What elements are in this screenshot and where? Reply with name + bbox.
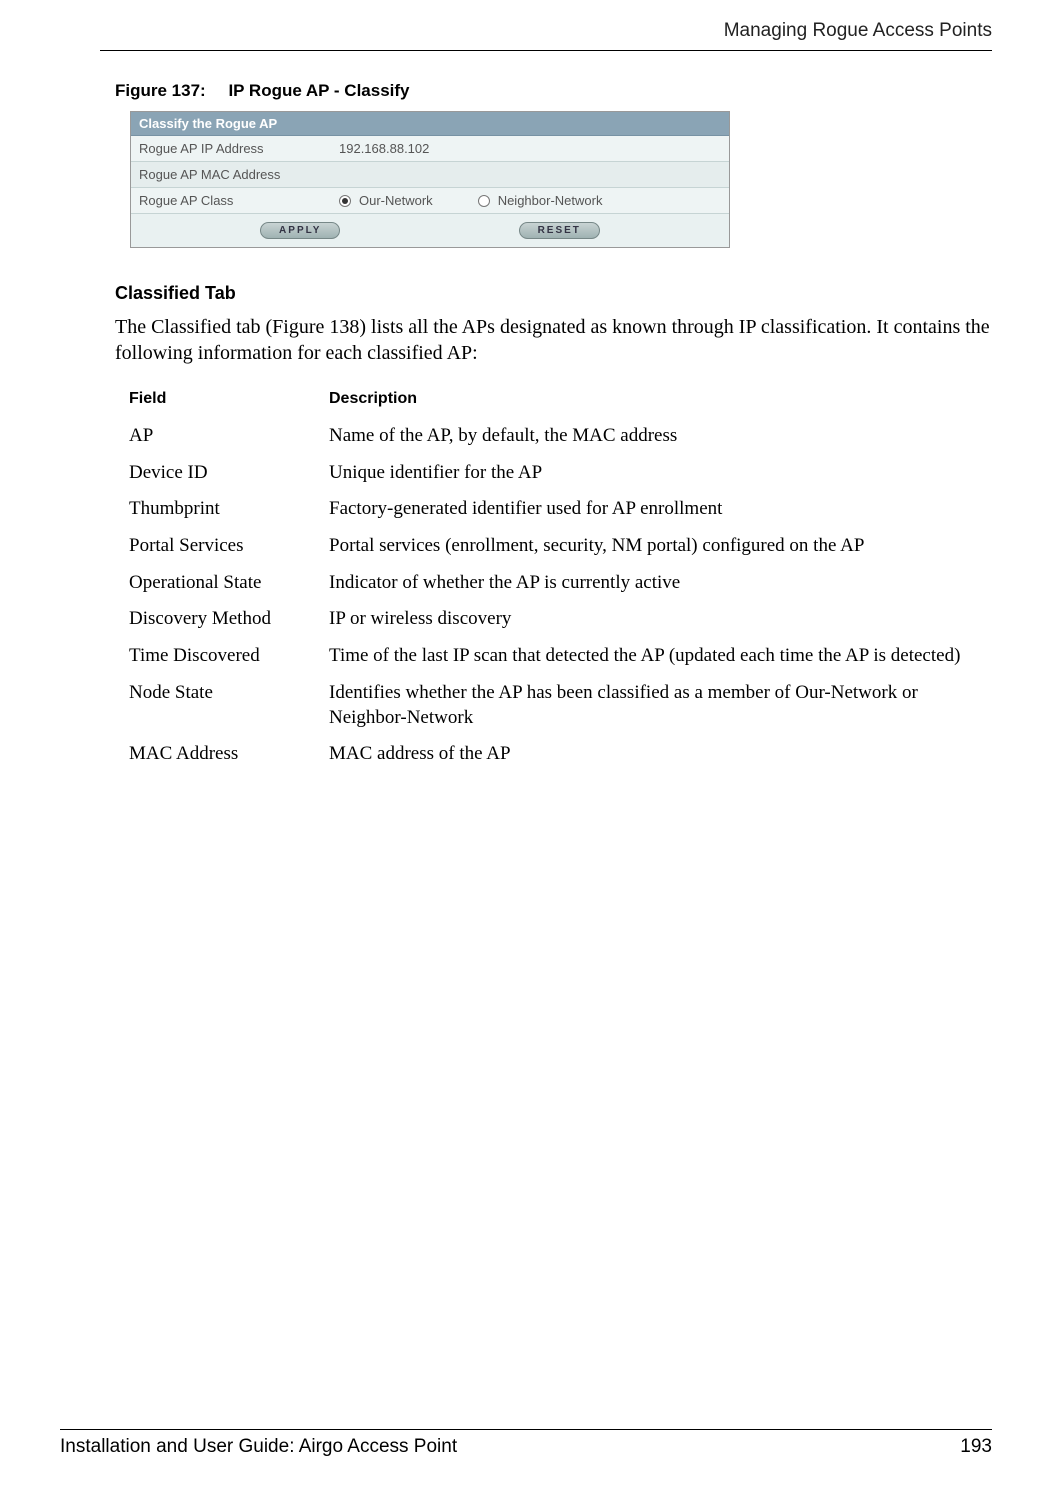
section-heading: Classified Tab <box>115 283 992 304</box>
table-row: Discovery MethodIP or wireless discovery <box>125 601 975 638</box>
field-cell: Operational State <box>125 565 325 602</box>
table-row: APName of the AP, by default, the MAC ad… <box>125 418 975 455</box>
desc-cell: Unique identifier for the AP <box>325 455 975 492</box>
body-paragraph: The Classified tab (Figure 138) lists al… <box>115 314 992 366</box>
field-cell: Portal Services <box>125 528 325 565</box>
value-ap-class: Our-Network Neighbor-Network <box>331 188 729 213</box>
header-divider <box>100 50 992 51</box>
table-row: ThumbprintFactory-generated identifier u… <box>125 491 975 528</box>
desc-cell: Indicator of whether the AP is currently… <box>325 565 975 602</box>
panel-title: Classify the Rogue AP <box>131 112 729 136</box>
field-cell: Device ID <box>125 455 325 492</box>
col-header-field: Field <box>125 384 325 418</box>
figure-image: Classify the Rogue AP Rogue AP IP Addres… <box>130 111 992 248</box>
table-row: Operational StateIndicator of whether th… <box>125 565 975 602</box>
fields-table: Field Description APName of the AP, by d… <box>125 384 975 773</box>
desc-cell: Name of the AP, by default, the MAC addr… <box>325 418 975 455</box>
page-footer: Installation and User Guide: Airgo Acces… <box>60 1429 992 1458</box>
footer-title: Installation and User Guide: Airgo Acces… <box>60 1436 457 1458</box>
page-number: 193 <box>960 1436 992 1458</box>
label-ip-address: Rogue AP IP Address <box>131 136 331 161</box>
table-row: Time DiscoveredTime of the last IP scan … <box>125 638 975 675</box>
desc-cell: MAC address of the AP <box>325 736 975 773</box>
table-row: Device IDUnique identifier for the AP <box>125 455 975 492</box>
radio-neighbor-network[interactable]: Neighbor-Network <box>478 193 603 208</box>
page-header: Managing Rogue Access Points <box>100 20 992 42</box>
label-mac-address: Rogue AP MAC Address <box>131 162 331 187</box>
table-row: Portal ServicesPortal services (enrollme… <box>125 528 975 565</box>
reset-button[interactable]: Reset <box>519 222 600 239</box>
field-cell: Time Discovered <box>125 638 325 675</box>
apply-button[interactable]: Apply <box>260 222 340 239</box>
figure-number: Figure 137: <box>115 81 206 100</box>
field-cell: Thumbprint <box>125 491 325 528</box>
panel-button-row: Apply Reset <box>131 214 729 247</box>
field-cell: AP <box>125 418 325 455</box>
row-mac-address: Rogue AP MAC Address <box>131 162 729 188</box>
desc-cell: Portal services (enrollment, security, N… <box>325 528 975 565</box>
table-row: Node StateIdentifies whether the AP has … <box>125 675 975 736</box>
radio-our-network[interactable]: Our-Network <box>339 193 433 208</box>
field-cell: Node State <box>125 675 325 736</box>
table-row: MAC AddressMAC address of the AP <box>125 736 975 773</box>
desc-cell: IP or wireless discovery <box>325 601 975 638</box>
desc-cell: Identifies whether the AP has been class… <box>325 675 975 736</box>
value-ip-address: 192.168.88.102 <box>331 136 729 161</box>
row-ip-address: Rogue AP IP Address 192.168.88.102 <box>131 136 729 162</box>
radio-dot-icon <box>339 195 351 207</box>
figure-title: IP Rogue AP - Classify <box>228 81 409 100</box>
label-ap-class: Rogue AP Class <box>131 188 331 213</box>
footer-divider <box>60 1429 992 1430</box>
row-ap-class: Rogue AP Class Our-Network Neighbor-Netw… <box>131 188 729 214</box>
radio-dot-icon <box>478 195 490 207</box>
field-cell: Discovery Method <box>125 601 325 638</box>
desc-cell: Time of the last IP scan that detected t… <box>325 638 975 675</box>
desc-cell: Factory-generated identifier used for AP… <box>325 491 975 528</box>
value-mac-address <box>331 162 729 187</box>
classify-panel: Classify the Rogue AP Rogue AP IP Addres… <box>130 111 730 248</box>
radio-label-our-network: Our-Network <box>359 193 433 208</box>
radio-label-neighbor-network: Neighbor-Network <box>498 193 603 208</box>
figure-caption: Figure 137: IP Rogue AP - Classify <box>115 81 992 101</box>
col-header-description: Description <box>325 384 975 418</box>
field-cell: MAC Address <box>125 736 325 773</box>
